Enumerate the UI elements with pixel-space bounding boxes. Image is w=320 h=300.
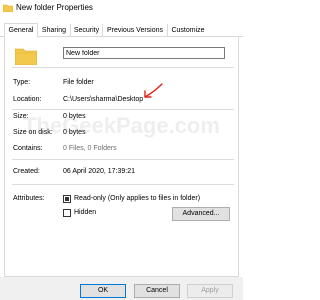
tab-sharing[interactable]: Sharing bbox=[38, 24, 71, 37]
hidden-checkbox[interactable] bbox=[63, 209, 71, 217]
type-label: Type: bbox=[13, 79, 31, 86]
title-bar: New folder Properties bbox=[0, 0, 243, 17]
folder-name-input[interactable] bbox=[63, 47, 225, 59]
location-label: Location: bbox=[13, 96, 42, 103]
dialog-footer: OK Cancel Apply bbox=[0, 277, 243, 300]
readonly-label[interactable]: Read-only (Only applies to files in fold… bbox=[74, 195, 200, 202]
folder-icon bbox=[15, 48, 37, 65]
hidden-label[interactable]: Hidden bbox=[74, 209, 96, 216]
separator bbox=[12, 184, 234, 185]
attributes-label: Attributes: bbox=[13, 195, 45, 202]
created-label: Created: bbox=[13, 168, 40, 175]
separator bbox=[12, 159, 234, 160]
readonly-checkbox[interactable] bbox=[63, 195, 71, 203]
created-value: 06 April 2020, 17:39:21 bbox=[63, 168, 136, 175]
size-label: Size: bbox=[13, 113, 29, 120]
tab-security[interactable]: Security bbox=[71, 24, 103, 37]
window-title: New folder Properties bbox=[16, 3, 93, 12]
annotation-arrow-icon bbox=[144, 83, 163, 98]
tab-general[interactable]: General bbox=[4, 23, 38, 38]
location-value: C:\Users\sharma\Desktop bbox=[63, 96, 144, 103]
size-value: 0 bytes bbox=[63, 113, 86, 120]
cancel-button[interactable]: Cancel bbox=[134, 284, 180, 298]
tab-bar: General Sharing Security Previous Versio… bbox=[0, 23, 243, 38]
type-value: File folder bbox=[63, 79, 94, 86]
ok-button[interactable]: OK bbox=[80, 284, 126, 298]
folder-icon bbox=[3, 4, 13, 12]
separator bbox=[12, 109, 234, 110]
size-on-disk-label: Size on disk: bbox=[13, 129, 53, 136]
indeterminate-icon bbox=[65, 197, 69, 201]
tab-customize[interactable]: Customize bbox=[168, 24, 208, 37]
tab-previous-versions[interactable]: Previous Versions bbox=[103, 24, 168, 37]
general-panel: Type: File folder Location: C:\Users\sha… bbox=[4, 37, 239, 277]
separator bbox=[12, 67, 234, 68]
size-on-disk-value: 0 bytes bbox=[63, 129, 86, 136]
advanced-button[interactable]: Advanced... bbox=[172, 207, 230, 221]
contains-value: 0 Files, 0 Folders bbox=[63, 145, 117, 152]
contains-label: Contains: bbox=[13, 145, 43, 152]
apply-button[interactable]: Apply bbox=[187, 284, 233, 298]
